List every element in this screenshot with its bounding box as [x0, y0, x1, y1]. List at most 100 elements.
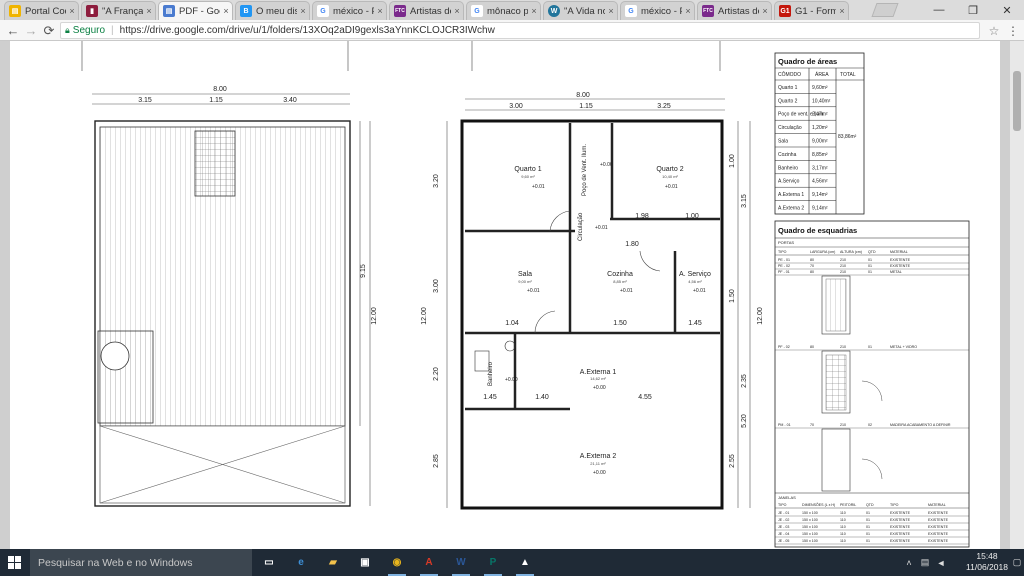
- window-cell: 150 x 100: [802, 518, 818, 522]
- inner-dim-5: 1.50: [613, 320, 627, 327]
- inner-dim-8: 4.55: [638, 394, 652, 401]
- areas-row-room: A.Externa 2: [778, 206, 804, 212]
- tab-label: méxico - Pe: [641, 5, 682, 17]
- areas-row-area: 4,56m²: [812, 179, 828, 185]
- door-cell: 70: [810, 264, 814, 268]
- browser-tab[interactable]: Gméxico - Pe×: [620, 1, 695, 20]
- volume-icon[interactable]: ◄: [934, 549, 948, 576]
- roof-dim-3: 3.40: [283, 97, 297, 104]
- browser-tab[interactable]: W "A Vida no ×: [543, 1, 618, 20]
- window-header-cell: TIPO: [778, 503, 787, 507]
- roof-plan: 8.00 3.15 1.15 3.40 9.15 12.00: [81, 41, 378, 507]
- browser-tab[interactable]: ▤ PDF - Goog×: [158, 1, 233, 20]
- window-cell: 110: [840, 539, 846, 543]
- browser-tab-bar: ▤Portal Codh×▮"A França n×▤PDF - Goog×BO…: [0, 0, 1024, 20]
- browser-tab[interactable]: FTC Artistas de ×: [389, 1, 464, 20]
- ground-left-dim-4: 2.85: [433, 454, 440, 468]
- bookmark-star-icon[interactable]: ☆: [986, 20, 1002, 41]
- minimize-button[interactable]: —: [922, 0, 956, 20]
- room-label-quarto-2: Quarto 2: [656, 166, 683, 173]
- browser-tab[interactable]: Gméxico - Pe×: [312, 1, 387, 20]
- window-cell: EXISTENTE: [890, 518, 911, 522]
- room-area-quarto-1: 9,60 m²: [521, 174, 535, 179]
- window-cell: 150 x 100: [802, 532, 818, 536]
- window-cell: 150 x 100: [802, 539, 818, 543]
- browser-tab[interactable]: B O meu disc×: [235, 1, 310, 20]
- maximize-button[interactable]: ❐: [956, 0, 990, 20]
- ground-dim-1: 3.00: [509, 103, 523, 110]
- door-cell: METAL: [890, 270, 902, 274]
- door-cell: 01: [868, 258, 872, 262]
- window-cell: 110: [840, 518, 846, 522]
- door-cell: 210: [840, 423, 846, 427]
- notifications-icon[interactable]: ▢: [1010, 549, 1024, 576]
- scrollbar-thumb[interactable]: [1013, 71, 1021, 131]
- tab-close-icon[interactable]: ×: [682, 6, 694, 16]
- window-cell: 150 x 100: [802, 511, 818, 515]
- window-header-cell: DIMENSÕES (L x H): [802, 502, 835, 507]
- tab-close-icon[interactable]: ×: [759, 6, 771, 16]
- forward-button[interactable]: →: [22, 20, 40, 41]
- tray-chevron-icon[interactable]: ˄: [902, 549, 916, 576]
- tab-close-icon[interactable]: ×: [66, 6, 78, 16]
- door-cell: PF - 01: [778, 270, 790, 274]
- tab-close-icon[interactable]: ×: [451, 6, 463, 16]
- areas-row-room: A.Externa 1: [778, 192, 804, 198]
- door-header-cell: QTD: [868, 250, 876, 254]
- frames-table: Quadro de esquadrias PORTAS TIPO LARGURA …: [774, 220, 970, 548]
- areas-row-area: 9,00m²: [812, 139, 828, 145]
- browser-tab[interactable]: Gmônaco per×: [466, 1, 541, 20]
- browser-tab[interactable]: FTC Artistas de ×: [697, 1, 772, 20]
- tab-close-icon[interactable]: ×: [374, 6, 386, 16]
- tab-close-icon[interactable]: ×: [836, 6, 848, 16]
- window-cell: EXISTENTE: [890, 539, 911, 543]
- close-window-button[interactable]: ✕: [990, 0, 1024, 20]
- inner-dim-2: 1.00: [685, 213, 699, 220]
- lock-icon: 🔒︎: [65, 25, 70, 35]
- browser-tab[interactable]: ▤ Portal Codh×: [4, 1, 79, 20]
- window-cell: 01: [866, 539, 870, 543]
- areas-row-area: 1,20m²: [812, 125, 828, 131]
- new-tab-button[interactable]: [871, 3, 899, 17]
- browser-tab[interactable]: G1 G1 - Forma×: [774, 1, 849, 20]
- tab-close-icon[interactable]: ×: [605, 6, 617, 16]
- back-button[interactable]: ←: [4, 20, 22, 41]
- task-view-icon[interactable]: ▭: [256, 552, 282, 573]
- inner-dim-7: 1.40: [535, 394, 549, 401]
- areas-header-area: ÁREA: [815, 71, 829, 78]
- ground-dim-2: 1.15: [579, 103, 593, 110]
- door-cell: MADEIRA ACABAMENTO A DEFINIR: [890, 423, 951, 427]
- tab-close-icon[interactable]: ×: [297, 6, 309, 16]
- word-icon[interactable]: W: [448, 552, 474, 576]
- file-explorer-icon[interactable]: ▰: [320, 552, 346, 573]
- network-icon[interactable]: ▤: [918, 549, 932, 576]
- chrome-icon[interactable]: ◉: [384, 552, 410, 576]
- ground-total-height: 12.00: [421, 307, 428, 325]
- taskbar-clock[interactable]: 15:48 11/06/2018: [958, 551, 1016, 575]
- tab-close-icon[interactable]: ×: [143, 6, 155, 16]
- store-icon[interactable]: ▣: [352, 552, 378, 573]
- edge-icon[interactable]: e: [288, 552, 314, 573]
- tab-label: mônaco per: [487, 5, 528, 17]
- window-cell: EXISTENTE: [890, 525, 911, 529]
- windows-section-label: JANELAS: [778, 495, 796, 500]
- url-field[interactable]: 🔒︎ Seguro | https://drive.google.com/dri…: [60, 22, 980, 39]
- door-cell: 80: [810, 270, 814, 274]
- tab-close-icon[interactable]: ×: [528, 6, 540, 16]
- photos-icon[interactable]: ▲: [512, 552, 538, 576]
- areas-row-area: 2,47m²: [812, 112, 828, 118]
- tab-close-icon[interactable]: ×: [220, 6, 232, 16]
- ground-right-total: 12.00: [757, 307, 764, 325]
- acrobat-icon[interactable]: A: [416, 552, 442, 576]
- start-button[interactable]: [0, 549, 30, 576]
- browser-tab[interactable]: ▮ "A França n×: [81, 1, 156, 20]
- level-cozinha: +0.01: [620, 288, 633, 294]
- publisher-icon[interactable]: P: [480, 552, 506, 576]
- browser-menu-icon[interactable]: ⋮: [1006, 20, 1020, 41]
- roof-dim-2: 1.15: [209, 97, 223, 104]
- clock-time: 15:48: [976, 551, 998, 561]
- reload-button[interactable]: ⟳: [40, 20, 58, 41]
- vertical-scrollbar[interactable]: [1010, 41, 1024, 549]
- window-cell: JE - 02: [778, 518, 789, 522]
- taskbar-search-input[interactable]: Pesquisar na Web e no Windows: [30, 549, 252, 576]
